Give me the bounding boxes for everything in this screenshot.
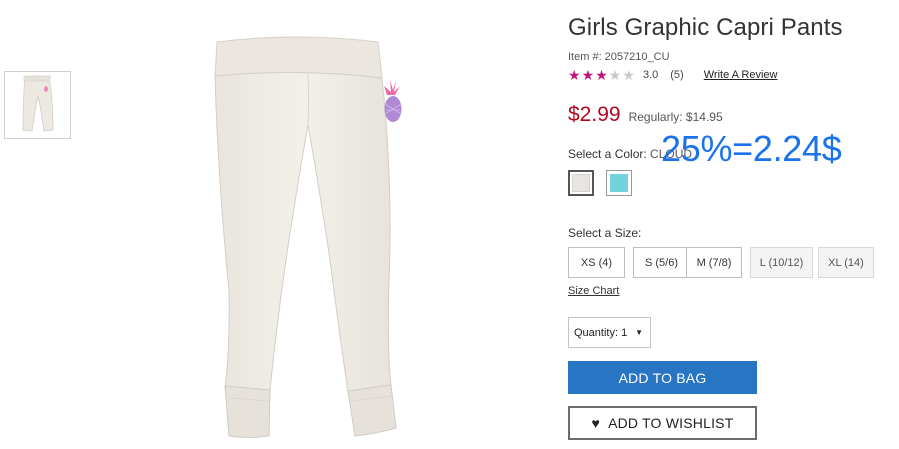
product-main-image — [214, 36, 402, 438]
add-to-wishlist-label: ADD TO WISHLIST — [608, 415, 734, 431]
star-filled-icon: ★ — [581, 67, 595, 83]
add-to-wishlist-button[interactable]: ♥ ADD TO WISHLIST — [568, 406, 757, 440]
size-option-l[interactable]: L (10/12) — [750, 247, 813, 278]
size-option-xs[interactable]: XS (4) — [568, 247, 625, 278]
size-chart-link[interactable]: Size Chart — [568, 285, 619, 297]
star-empty-icon: ★ — [608, 67, 622, 83]
write-review-link[interactable]: Write A Review — [704, 69, 778, 81]
regular-price: Regularly: $14.95 — [628, 110, 723, 124]
rating-row: ★ ★ ★ ★ ★ 3.0 (5) Write A Review — [568, 67, 778, 83]
quantity-label: Quantity: 1 — [574, 326, 628, 339]
product-title: Girls Graphic Capri Pants — [568, 14, 843, 41]
size-label: Select a Size: — [568, 226, 642, 240]
add-to-bag-button[interactable]: ADD TO BAG — [568, 361, 757, 394]
price-row: $2.99 Regularly: $14.95 — [568, 103, 723, 127]
color-label: Select a Color: — [568, 147, 647, 161]
add-to-bag-label: ADD TO BAG — [618, 369, 707, 386]
size-option-s[interactable]: S (5/6) — [633, 247, 690, 278]
thumbnail-pants-image — [22, 75, 54, 132]
rating-stars: ★ ★ ★ ★ ★ — [568, 68, 636, 82]
discount-annotation: 25%=2.24$ — [661, 128, 842, 169]
star-empty-icon: ★ — [622, 67, 635, 83]
color-swatch-cloud[interactable] — [568, 170, 594, 196]
caret-down-icon: ▼ — [635, 328, 643, 337]
rating-count: (5) — [670, 69, 684, 81]
color-swatch-aqua[interactable] — [606, 170, 632, 196]
size-option-m[interactable]: M (7/8) — [686, 247, 742, 278]
item-number: Item #: 2057210_CU — [568, 51, 670, 63]
heart-icon: ♥ — [591, 415, 601, 431]
rating-value: 3.0 — [642, 69, 659, 81]
size-option-xl[interactable]: XL (14) — [818, 247, 874, 278]
star-filled-icon: ★ — [595, 67, 608, 83]
quantity-select[interactable]: Quantity: 1 ▼ — [568, 317, 651, 348]
product-thumbnail[interactable] — [4, 71, 71, 139]
star-filled-icon: ★ — [568, 67, 581, 83]
sale-price: $2.99 — [568, 103, 621, 126]
